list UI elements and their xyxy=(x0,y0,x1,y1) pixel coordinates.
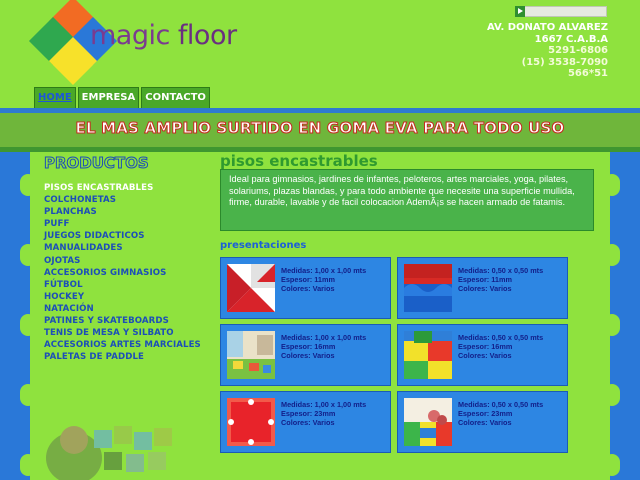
product-size: Medidas: 1,00 x 1,00 mts xyxy=(281,400,367,409)
product-specs: Medidas: 1,00 x 1,00 mts Espesor: 23mm C… xyxy=(281,400,366,428)
product-thickness: Espesor: 23mm xyxy=(458,409,513,419)
kids-play-floor-image xyxy=(404,398,452,446)
sidebar-item-planchas[interactable]: Planchas xyxy=(44,206,214,218)
product-card[interactable]: Medidas: 1,00 x 1,00 mts Espesor: 23mm C… xyxy=(220,391,391,453)
red-mat-image xyxy=(227,398,275,446)
tab-contacto[interactable]: CONTACTO xyxy=(141,87,210,109)
presentations-title: presentaciones xyxy=(220,240,307,251)
main-content: pisos encastrables Ideal para gimnasios,… xyxy=(220,152,612,453)
logo-text-magic: magic xyxy=(90,20,178,51)
product-colors: Colores: Varios xyxy=(281,351,335,361)
product-card[interactable]: Medidas: 0,50 x 0,50 mts Espesor: 11mm C… xyxy=(397,257,568,319)
sidebar-item-natacion[interactable]: Natación xyxy=(44,303,214,315)
search-go-icon[interactable] xyxy=(515,6,525,17)
product-size: Medidas: 0,50 x 0,50 mts xyxy=(458,266,544,275)
product-thickness: Espesor: 16mm xyxy=(281,342,336,352)
puzzle-notch xyxy=(604,314,620,336)
product-thickness: Espesor: 11mm xyxy=(458,275,512,285)
product-thickness: Espesor: 23mm xyxy=(281,409,336,419)
sidebar-item-colchonetas[interactable]: Colchonetas xyxy=(44,194,214,206)
sidebar-item-ojotas[interactable]: Ojotas xyxy=(44,255,214,267)
sidebar-item-pisos-encastrables[interactable]: Pisos encastrables xyxy=(44,182,214,194)
sidebar-title: PRODUCTOS xyxy=(44,154,150,173)
tab-home[interactable]: HOME xyxy=(34,87,76,109)
sidebar: PRODUCTOS Pisos encastrables Colchonetas… xyxy=(44,154,214,363)
sidebar-item-hockey[interactable]: Hockey xyxy=(44,291,214,303)
sidebar-item-artes-marciales[interactable]: Accesorios artes marciales xyxy=(44,339,214,351)
puzzle-notch xyxy=(20,314,36,336)
colorful-floor-image xyxy=(404,331,452,379)
address-line1: AV. DONATO ALVAREZ xyxy=(486,22,608,33)
blue-red-puzzle-image xyxy=(404,264,452,312)
red-white-mat-image xyxy=(227,264,275,312)
product-card[interactable]: Medidas: 1,00 x 1,00 mts Espesor: 11mm C… xyxy=(220,257,391,319)
sidebar-item-futbol[interactable]: Fútbol xyxy=(44,279,214,291)
product-description: Ideal para gimnasios, jardines de infant… xyxy=(220,169,594,231)
product-colors: Colores: Varios xyxy=(458,351,512,361)
product-size: Medidas: 0,50 x 0,50 mts xyxy=(458,333,544,342)
right-puzzle-border xyxy=(604,152,640,480)
puzzle-notch xyxy=(20,174,36,196)
puzzle-notch xyxy=(20,384,36,406)
puzzle-notch xyxy=(20,454,36,476)
sidebar-item-puff[interactable]: Puff xyxy=(44,218,214,230)
product-specs: Medidas: 1,00 x 1,00 mts Espesor: 16mm C… xyxy=(281,333,366,361)
puzzle-notch xyxy=(604,244,620,266)
sidebar-item-patines-skateboards[interactable]: Patines y skateboards xyxy=(44,315,214,327)
logo-text-floor: floor xyxy=(177,20,237,51)
product-colors: Colores: Varios xyxy=(281,284,335,294)
product-specs: Medidas: 0,50 x 0,50 mts Espesor: 23mm C… xyxy=(458,400,543,428)
contact-info: AV. DONATO ALVAREZ 1667 C.A.B.A 5291-680… xyxy=(487,22,608,80)
product-card[interactable]: Medidas: 0,50 x 0,50 mts Espesor: 23mm C… xyxy=(397,391,568,453)
banner-slogan: EL MAS AMPLIO SURTIDO EN GOMA EVA PARA T… xyxy=(75,119,565,138)
page-title: pisos encastrables xyxy=(220,152,378,170)
product-colors: Colores: Varios xyxy=(281,418,335,428)
product-card[interactable]: Medidas: 0,50 x 0,50 mts Espesor: 16mm C… xyxy=(397,324,568,386)
sidebar-item-juegos-didacticos[interactable]: Juegos didacticos xyxy=(44,230,214,242)
kindergarten-room-image xyxy=(227,331,275,379)
phone1: 5291-6806 xyxy=(548,45,608,56)
address-line2: 1667 C.A.B.A xyxy=(534,33,608,45)
sidebar-item-manualidades[interactable]: Manualidades xyxy=(44,242,214,254)
product-thickness: Espesor: 11mm xyxy=(281,275,335,285)
puzzle-notch xyxy=(20,244,36,266)
sidebar-item-accesorios-gimnasios[interactable]: Accesorios gimnasios xyxy=(44,267,214,279)
phone3: 566*51 xyxy=(567,68,608,79)
product-specs: Medidas: 0,50 x 0,50 mts Espesor: 11mm C… xyxy=(458,266,543,294)
product-thickness: Espesor: 16mm xyxy=(458,342,513,352)
sidebar-item-tenis-de-mesa[interactable]: Tenis de mesa y silbato xyxy=(44,327,214,339)
puzzle-notch xyxy=(604,454,620,476)
sidebar-item-paletas-paddle[interactable]: Paletas de paddle xyxy=(44,351,214,363)
logo-text[interactable]: magic floor xyxy=(90,20,237,51)
main-nav: HOME EMPRESA CONTACTO xyxy=(34,87,210,109)
phone2: (15) 3538-7090 xyxy=(521,56,608,68)
puzzle-notch xyxy=(604,384,620,406)
product-colors: Colores: Varios xyxy=(458,418,512,428)
product-colors: Colores: Varios xyxy=(458,284,512,294)
search-input[interactable] xyxy=(515,6,607,17)
product-size: Medidas: 0,50 x 0,50 mts xyxy=(458,400,544,409)
kid-with-letters-image xyxy=(44,418,220,480)
product-size: Medidas: 1,00 x 1,00 mts xyxy=(281,266,367,275)
puzzle-notch xyxy=(604,174,620,196)
product-specs: Medidas: 0,50 x 0,50 mts Espesor: 16mm C… xyxy=(458,333,543,361)
product-size: Medidas: 1,00 x 1,00 mts xyxy=(281,333,367,342)
product-card[interactable]: Medidas: 1,00 x 1,00 mts Espesor: 16mm C… xyxy=(220,324,391,386)
product-specs: Medidas: 1,00 x 1,00 mts Espesor: 11mm C… xyxy=(281,266,366,294)
left-puzzle-border xyxy=(0,152,36,480)
tab-empresa[interactable]: EMPRESA xyxy=(77,87,140,109)
